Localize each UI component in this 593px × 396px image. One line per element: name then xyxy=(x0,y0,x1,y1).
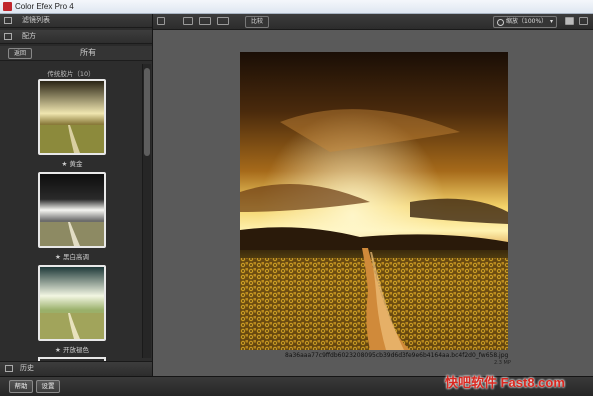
zoom-select[interactable]: 缩放（100%） ▾ xyxy=(493,16,557,28)
preset-label: ★ 开放褪色 xyxy=(55,346,89,354)
sunflower-field-image xyxy=(240,52,508,350)
preset-thumb-image xyxy=(40,81,104,153)
filter-list-header[interactable]: 滤镜列表 xyxy=(0,14,152,28)
loupe-icon[interactable] xyxy=(565,17,574,25)
recipe-icon xyxy=(4,33,12,40)
scrollbar-thumb[interactable] xyxy=(144,68,150,156)
preset-thumbnail[interactable] xyxy=(38,265,106,341)
window-titlebar: Color Efex Pro 4 xyxy=(0,0,593,14)
list-icon xyxy=(4,17,12,24)
group-label: 传统胶片（10） xyxy=(47,70,95,78)
history-header[interactable]: 历史 xyxy=(0,361,152,375)
split-view-icon[interactable] xyxy=(199,17,211,25)
compare-button[interactable]: 比较 xyxy=(245,16,269,28)
preset-label: ★ 黄金 xyxy=(61,160,83,168)
filter-list-label: 滤镜列表 xyxy=(22,16,50,24)
history-label: 历史 xyxy=(20,364,34,372)
preset-item[interactable]: ★ 黄金 xyxy=(38,79,106,168)
history-icon xyxy=(5,365,13,372)
zoom-label: 缩放（100%） xyxy=(506,18,548,25)
app-icon xyxy=(3,2,12,11)
image-filename: 8a36aaa77c9ffdb6023208095cb39d6d3fe9e6b4… xyxy=(285,352,509,359)
magnifier-icon xyxy=(497,19,504,26)
settings-button[interactable]: 设置 xyxy=(36,380,60,393)
top-toolbar: 比较 缩放（100%） ▾ xyxy=(153,14,593,30)
preset-thumb-image xyxy=(40,174,104,246)
recipe-tabs: 返回 所有 xyxy=(0,46,152,61)
recipes-label: 配方 xyxy=(22,32,36,40)
side-by-side-icon[interactable] xyxy=(217,17,229,25)
site-watermark: 快吧软件 Fast8.com xyxy=(445,375,565,390)
preset-thumbnail[interactable] xyxy=(38,172,106,248)
preset-thumb-image xyxy=(40,267,104,339)
back-button[interactable]: 返回 xyxy=(8,48,32,59)
help-button[interactable]: 帮助 xyxy=(9,380,33,393)
preset-thumbnail[interactable] xyxy=(38,79,106,155)
window-title: Color Efex Pro 4 xyxy=(15,2,74,11)
preset-label: ★ 黑白高调 xyxy=(55,253,89,261)
panel-toggle-icon[interactable] xyxy=(579,17,588,25)
recipes-header[interactable]: 配方 xyxy=(0,30,152,44)
preview-photo xyxy=(240,52,508,350)
single-view-icon[interactable] xyxy=(183,17,193,25)
preset-item[interactable]: ★ 开放褪色 xyxy=(38,265,106,354)
sidebar-scrollbar[interactable] xyxy=(142,64,151,358)
preset-item[interactable]: ★ 黑白高调 xyxy=(38,172,106,261)
sidebar-toggle-icon[interactable] xyxy=(157,17,165,25)
image-size: 2.3 MP xyxy=(494,360,511,366)
all-tab[interactable]: 所有 xyxy=(80,46,96,60)
sidebar: 滤镜列表 配方 返回 所有 传统胶片（10） ★ 黄金 ★ 黑白高调 ★ 开放褪… xyxy=(0,14,153,376)
chevron-down-icon: ▾ xyxy=(549,18,553,25)
image-canvas[interactable]: 8a36aaa77c9ffdb6023208095cb39d6d3fe9e6b4… xyxy=(153,30,593,376)
